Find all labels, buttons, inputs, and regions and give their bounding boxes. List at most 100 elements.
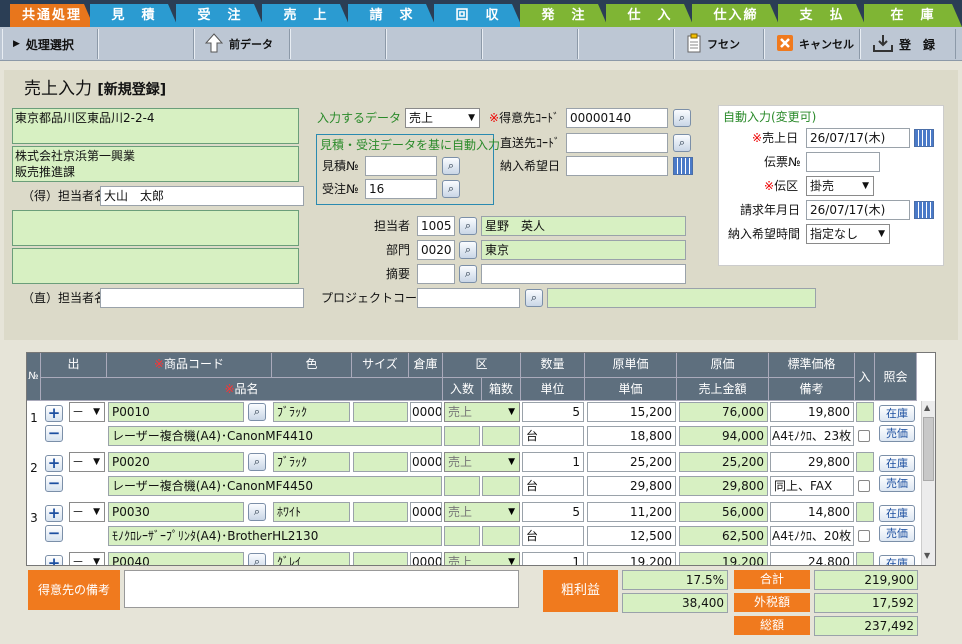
search-icon[interactable]: ⌕ [459,241,477,259]
hyojun-cell[interactable]: 29,800 [770,452,854,472]
jikan-select[interactable]: 指定なし ▼ [806,224,890,244]
vertical-scrollbar[interactable]: ▲ ▼ [921,401,935,565]
fusen-button[interactable]: フセン [674,29,764,59]
uriage-date-input[interactable]: 26/07/17(木) [806,128,910,148]
row-checkbox[interactable] [858,430,870,442]
tab-sales[interactable]: 売 上 [262,4,350,27]
size-cell[interactable] [353,552,408,565]
souko-cell[interactable]: 0000 [410,502,442,522]
add-row-icon[interactable]: + [45,405,63,422]
tekiyo-input[interactable] [481,264,686,284]
input-data-select[interactable]: 売上 ▼ [405,108,480,128]
stock-button[interactable]: 在庫 [879,405,915,422]
prev-data-button[interactable]: 前データ [194,29,290,59]
size-cell[interactable] [353,452,408,472]
tab-purchase-close[interactable]: 仕入締 [692,4,780,27]
size-cell[interactable] [353,402,408,422]
search-icon[interactable]: ⌕ [248,503,266,521]
color-cell[interactable]: ﾌﾞﾗｯｸ [273,452,350,472]
tab-estimate[interactable]: 見 積 [90,4,178,27]
color-cell[interactable]: ﾌﾞﾗｯｸ [273,402,350,422]
hakosu-cell[interactable] [482,526,520,546]
product-code[interactable]: P0020 [108,452,244,472]
cancel-button[interactable]: キャンセル [764,29,860,59]
delivery-address-textarea[interactable] [12,210,299,246]
ku-select[interactable]: 売上 ▼ [444,552,520,565]
scroll-up-icon[interactable]: ▲ [924,403,930,412]
gentanka-cell[interactable]: 19,200 [587,552,676,565]
project-code-input[interactable] [417,288,520,308]
choku-input[interactable] [100,288,304,308]
qty-cell[interactable]: 5 [522,402,584,422]
remove-row-icon[interactable]: − [45,525,63,542]
product-code[interactable]: P0010 [108,402,244,422]
biko-cell[interactable]: 同上、FAX [770,476,854,496]
add-row-icon[interactable]: + [45,455,63,472]
irisu-cell[interactable] [444,426,480,446]
remove-row-icon[interactable]: − [45,425,63,442]
search-icon[interactable]: ⌕ [248,453,266,471]
customer-note-textarea[interactable] [124,570,519,608]
product-name[interactable]: ﾓﾉｸﾛﾚｰｻﾞｰﾌﾟﾘﾝﾀ(A4)･BrotherHL2130 [108,526,442,546]
product-name[interactable]: レーザー複合機(A4)･CanonMF4410 [108,426,442,446]
qty-cell[interactable]: 1 [522,552,584,565]
tab-common[interactable]: 共通処理 [10,4,94,27]
customer-note-button[interactable]: 得意先の備考 [28,570,120,610]
nounyu-input[interactable] [566,156,668,176]
unit-cell[interactable]: 台 [522,526,584,546]
gentanka-cell[interactable]: 15,200 [587,402,676,422]
sales-price-button[interactable]: 売価 [879,425,915,442]
remove-row-icon[interactable]: − [45,475,63,492]
seikyu-date-input[interactable]: 26/07/17(木) [806,200,910,220]
tab-purchase[interactable]: 仕 入 [606,4,694,27]
search-icon[interactable]: ⌕ [248,553,266,565]
calendar-icon[interactable] [914,201,934,219]
biko-cell[interactable]: A4ﾓﾉｸﾛ、23枚 [770,426,854,446]
chokuso-input[interactable] [566,133,668,153]
souko-cell[interactable]: 0000 [410,402,442,422]
tokui-input[interactable]: 00000140 [566,108,668,128]
search-icon[interactable]: ⌕ [459,265,477,283]
mitsumori-input[interactable] [365,156,437,176]
irisu-cell[interactable] [444,526,480,546]
hyojun-cell[interactable]: 24,800 [770,552,854,565]
tantou-input[interactable]: 大山 太郎 [100,186,304,206]
qty-cell[interactable]: 5 [522,502,584,522]
ku-select[interactable]: 売上 ▼ [444,402,520,422]
register-button[interactable]: 登 録 [860,29,956,59]
calendar-icon[interactable] [914,129,934,147]
process-select-button[interactable]: ▶ 処理選択 [2,29,98,59]
calendar-icon[interactable] [673,157,693,175]
denku-select[interactable]: 掛売 ▼ [806,176,874,196]
tab-inventory[interactable]: 在 庫 [864,4,962,27]
unit-cell[interactable]: 台 [522,426,584,446]
de-select[interactable]: － ▼ [69,452,105,472]
qty-cell[interactable]: 1 [522,452,584,472]
scrollbar-thumb[interactable] [923,417,934,481]
tanka-cell[interactable]: 29,800 [587,476,676,496]
tab-payment[interactable]: 支 払 [778,4,866,27]
stock-button[interactable]: 在庫 [879,455,915,472]
search-icon[interactable]: ⌕ [459,217,477,235]
add-row-icon[interactable]: + [45,555,63,565]
tekiyo-code-input[interactable] [417,264,455,284]
search-icon[interactable]: ⌕ [673,134,691,152]
tab-purchase-order[interactable]: 発 注 [520,4,608,27]
denpyo-input[interactable] [806,152,880,172]
tanka-cell[interactable]: 12,500 [587,526,676,546]
color-cell[interactable]: ｸﾞﾚｲ [273,552,350,565]
product-code[interactable]: P0040 [108,552,244,565]
tantousha-code-input[interactable]: 1005 [417,216,455,236]
hakosu-cell[interactable] [482,476,520,496]
stock-button[interactable]: 在庫 [879,505,915,522]
biko-cell[interactable]: A4ﾓﾉｸﾛ、20枚 [770,526,854,546]
de-select[interactable]: － ▼ [69,502,105,522]
gentanka-cell[interactable]: 25,200 [587,452,676,472]
search-icon[interactable]: ⌕ [248,403,266,421]
tab-order[interactable]: 受 注 [176,4,264,27]
sales-price-button[interactable]: 売価 [879,475,915,492]
souko-cell[interactable]: 0000 [410,452,442,472]
de-select[interactable]: － ▼ [69,402,105,422]
row-checkbox[interactable] [858,480,870,492]
delivery-company-textarea[interactable] [12,248,299,284]
